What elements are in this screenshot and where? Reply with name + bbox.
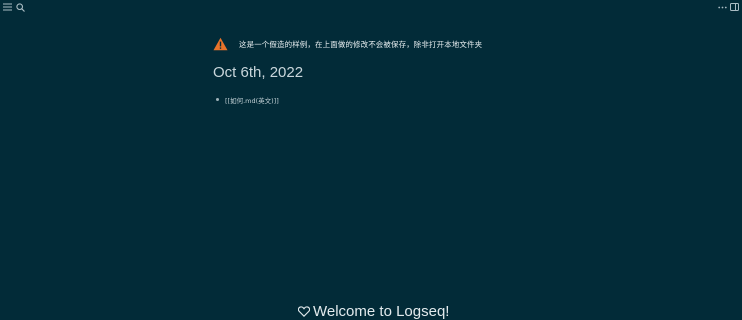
demo-notice-text: 这是一个假造的样例，在上面做的修改不会被保存，除非打开本地文件夹: [239, 39, 483, 49]
welcome-banner: Welcome to Logseq!: [298, 303, 449, 320]
more-icon[interactable]: [717, 2, 727, 12]
block-list: [[如何.md(英文)]]: [216, 95, 279, 105]
block-text[interactable]: [[如何.md(英文)]]: [225, 95, 279, 105]
menu-icon[interactable]: [2, 2, 12, 12]
search-icon[interactable]: [15, 2, 25, 12]
heart-icon: [298, 306, 310, 317]
bullet-icon[interactable]: [216, 98, 219, 101]
welcome-text: Welcome to Logseq!: [313, 303, 450, 320]
sidebar-toggle-icon[interactable]: [729, 2, 739, 12]
warning-icon: [213, 37, 228, 51]
top-bar: [0, 0, 742, 14]
demo-notice: 这是一个假造的样例，在上面做的修改不会被保存，除非打开本地文件夹: [213, 36, 482, 52]
journal-title[interactable]: Oct 6th, 2022: [213, 64, 303, 81]
list-item[interactable]: [[如何.md(英文)]]: [216, 95, 279, 105]
